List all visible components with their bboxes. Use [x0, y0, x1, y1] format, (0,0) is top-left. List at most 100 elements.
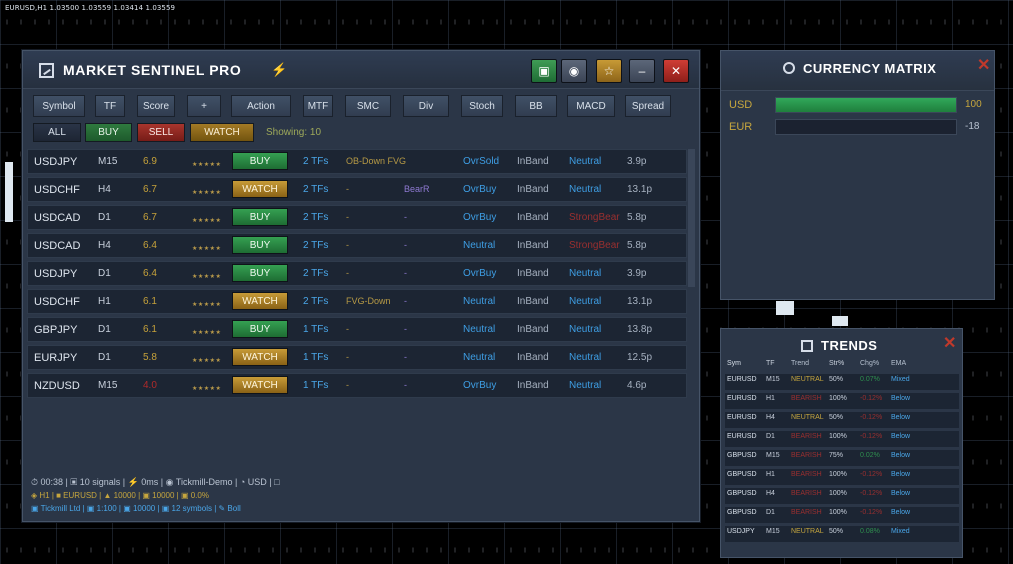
filter-score-button[interactable]: Score [137, 95, 175, 117]
filter-buy-button[interactable]: BUY [85, 123, 132, 142]
filter-bb-button[interactable]: BB [515, 95, 557, 117]
trend-direction: BEARISH [791, 433, 822, 440]
settings-icon-button[interactable]: ◉ [561, 59, 587, 83]
row-spread: 5.8p [627, 212, 647, 223]
signal-row[interactable]: USDJPY M15 6.9 ★★★★★ BUY 2 TFs OB-Down FVG OvrS… [27, 149, 687, 174]
filter-smc-button[interactable]: SMC [345, 95, 391, 117]
trend-tf: M15 [766, 528, 780, 535]
trend-row[interactable]: GBPUSD H1 BEARISH 100% -0.12% Below [725, 469, 959, 485]
trend-change: 0.02% [860, 452, 880, 459]
row-action-button[interactable]: BUY [232, 320, 288, 338]
signal-row[interactable]: USDCHF H4 6.7 ★★★★★ WATCH 2 TFs - BearR OvrBuy In… [27, 177, 687, 202]
signal-row[interactable]: NZDUSD M15 4.0 ★★★★★ WATCH 1 TFs - - OvrBuy InBan… [27, 373, 687, 398]
row-action-button[interactable]: WATCH [232, 348, 288, 366]
row-spread: 13.1p [627, 184, 653, 195]
header-str: Str% [829, 360, 845, 367]
trend-strength: 75% [829, 452, 844, 459]
row-tf: D1 [98, 352, 111, 363]
save-icon-button[interactable]: ▣ [531, 59, 557, 83]
row-score: 6.7 [143, 184, 157, 195]
trend-tf: D1 [766, 509, 775, 516]
row-stars: ★★★★★ [192, 162, 222, 168]
trend-row[interactable]: EURUSD H1 BEARISH 100% -0.12% Below [725, 393, 959, 409]
footer-line-1: ⏱ 00:38 | ▣ 10 signals | ⚡ 0ms | ◉ Tickm… [31, 477, 280, 487]
row-smc: OB-Down FVG [346, 156, 407, 166]
row-smc: - [346, 184, 349, 194]
trend-tf: H1 [766, 395, 775, 402]
minimize-button[interactable]: – [629, 59, 655, 83]
scrollbar[interactable] [688, 149, 695, 287]
filter-macd-button[interactable]: MACD [567, 95, 615, 117]
chart-candle [5, 162, 13, 222]
trend-row[interactable]: GBPUSD H4 BEARISH 100% -0.12% Below [725, 488, 959, 504]
filter-symbol-button[interactable]: Symbol [33, 95, 85, 117]
signal-row[interactable]: EURJPY D1 5.8 ★★★★★ WATCH 1 TFs - - Neutral InBan… [27, 345, 687, 370]
row-score: 6.4 [143, 268, 157, 279]
filter-sell-button[interactable]: SELL [137, 123, 185, 142]
row-smc: - [346, 352, 349, 362]
row-stars: ★★★★★ [192, 190, 222, 196]
row-action-button[interactable]: WATCH [232, 180, 288, 198]
close-icon[interactable]: ✕ [943, 333, 956, 353]
panel-title: MARKET SENTINEL PRO [63, 62, 242, 78]
trend-row[interactable]: EURUSD D1 BEARISH 100% -0.12% Below [725, 431, 959, 447]
signal-row[interactable]: USDCAD H4 6.4 ★★★★★ BUY 2 TFs - - Neutral InBand S… [27, 233, 687, 258]
signal-row[interactable]: USDCAD D1 6.7 ★★★★★ BUY 2 TFs - - OvrBuy InBand St… [27, 205, 687, 230]
trend-row[interactable]: USDJPY M15 NEUTRAL 50% 0.08% Mixed [725, 526, 959, 542]
close-button[interactable]: ✕ [663, 59, 689, 83]
row-macd: Neutral [569, 296, 602, 307]
trend-row[interactable]: EURUSD H4 NEUTRAL 50% -0.12% Below [725, 412, 959, 428]
row-bb: InBand [517, 156, 549, 167]
trend-row[interactable]: EURUSD M15 NEUTRAL 50% 0.07% Mixed [725, 374, 959, 390]
row-macd: Neutral [569, 380, 602, 391]
row-macd: Neutral [569, 324, 602, 335]
filter-stoch-button[interactable]: Stoch [461, 95, 503, 117]
signal-row[interactable]: USDJPY D1 6.4 ★★★★★ BUY 2 TFs - - OvrBuy InBand Ne… [27, 261, 687, 286]
filter-all-button[interactable]: ALL [33, 123, 81, 142]
header-sym: Sym [727, 360, 741, 367]
row-stoch: OvrSold [463, 156, 500, 167]
filter-watch-button[interactable]: WATCH [190, 123, 254, 142]
trend-ema: Mixed [891, 528, 910, 535]
status-footer: ⏱ 00:38 | ▣ 10 signals | ⚡ 0ms | ◉ Tickm… [31, 476, 280, 515]
panel-header[interactable]: MARKET SENTINEL PRO ⚡ ▣ ◉ ☆ – ✕ [23, 51, 699, 89]
trends-panel: TRENDS ✕ Sym TF Trend Str% Chg% EMA EURU… [720, 328, 963, 558]
star-icon-button[interactable]: ☆ [596, 59, 622, 83]
filter-spread-button[interactable]: Spread [625, 95, 671, 117]
row-macd: Neutral [569, 268, 602, 279]
row-action-button[interactable]: BUY [232, 152, 288, 170]
currency-label: EUR [729, 121, 753, 133]
row-symbol: NZDUSD [34, 380, 80, 392]
trend-strength: 50% [829, 414, 844, 421]
filter-div-button[interactable]: Div [403, 95, 449, 117]
row-action-button[interactable]: WATCH [232, 292, 288, 310]
filter-tf-button[interactable]: TF [95, 95, 125, 117]
row-action-button[interactable]: BUY [232, 236, 288, 254]
trend-row[interactable]: GBPUSD M15 BEARISH 75% 0.02% Below [725, 450, 959, 466]
row-stoch: Neutral [463, 352, 496, 363]
row-bb: InBand [517, 268, 549, 279]
currency-matrix-header[interactable]: CURRENCY MATRIX ✕ [721, 51, 994, 91]
filter-plus-button[interactable]: + [187, 95, 221, 117]
trend-symbol: GBPUSD [727, 490, 757, 497]
signal-row[interactable]: GBPJPY D1 6.1 ★★★★★ BUY 1 TFs - - Neutral InBand N… [27, 317, 687, 342]
close-icon[interactable]: ✕ [977, 55, 990, 75]
trend-row[interactable]: GBPUSD D1 BEARISH 100% -0.12% Below [725, 507, 959, 523]
filter-action-button[interactable]: Action [231, 95, 291, 117]
row-macd: Neutral [569, 156, 602, 167]
row-tf: D1 [98, 268, 111, 279]
row-action-button[interactable]: WATCH [232, 376, 288, 394]
filter-mtf-button[interactable]: MTF [303, 95, 333, 117]
trend-symbol: GBPUSD [727, 452, 757, 459]
trends-title: TRENDS [821, 338, 878, 353]
trend-ema: Below [891, 490, 911, 497]
trend-strength: 50% [829, 376, 844, 383]
row-div: - [404, 268, 407, 278]
row-action-button[interactable]: BUY [232, 208, 288, 226]
currency-value: -18 [965, 121, 980, 132]
row-score: 5.8 [143, 352, 157, 363]
row-spread: 4.6p [627, 380, 647, 391]
row-action-button[interactable]: BUY [232, 264, 288, 282]
signal-row[interactable]: USDCHF H1 6.1 ★★★★★ WATCH 2 TFs FVG-Down - Neutr… [27, 289, 687, 314]
strength-bar-fill [776, 98, 956, 112]
